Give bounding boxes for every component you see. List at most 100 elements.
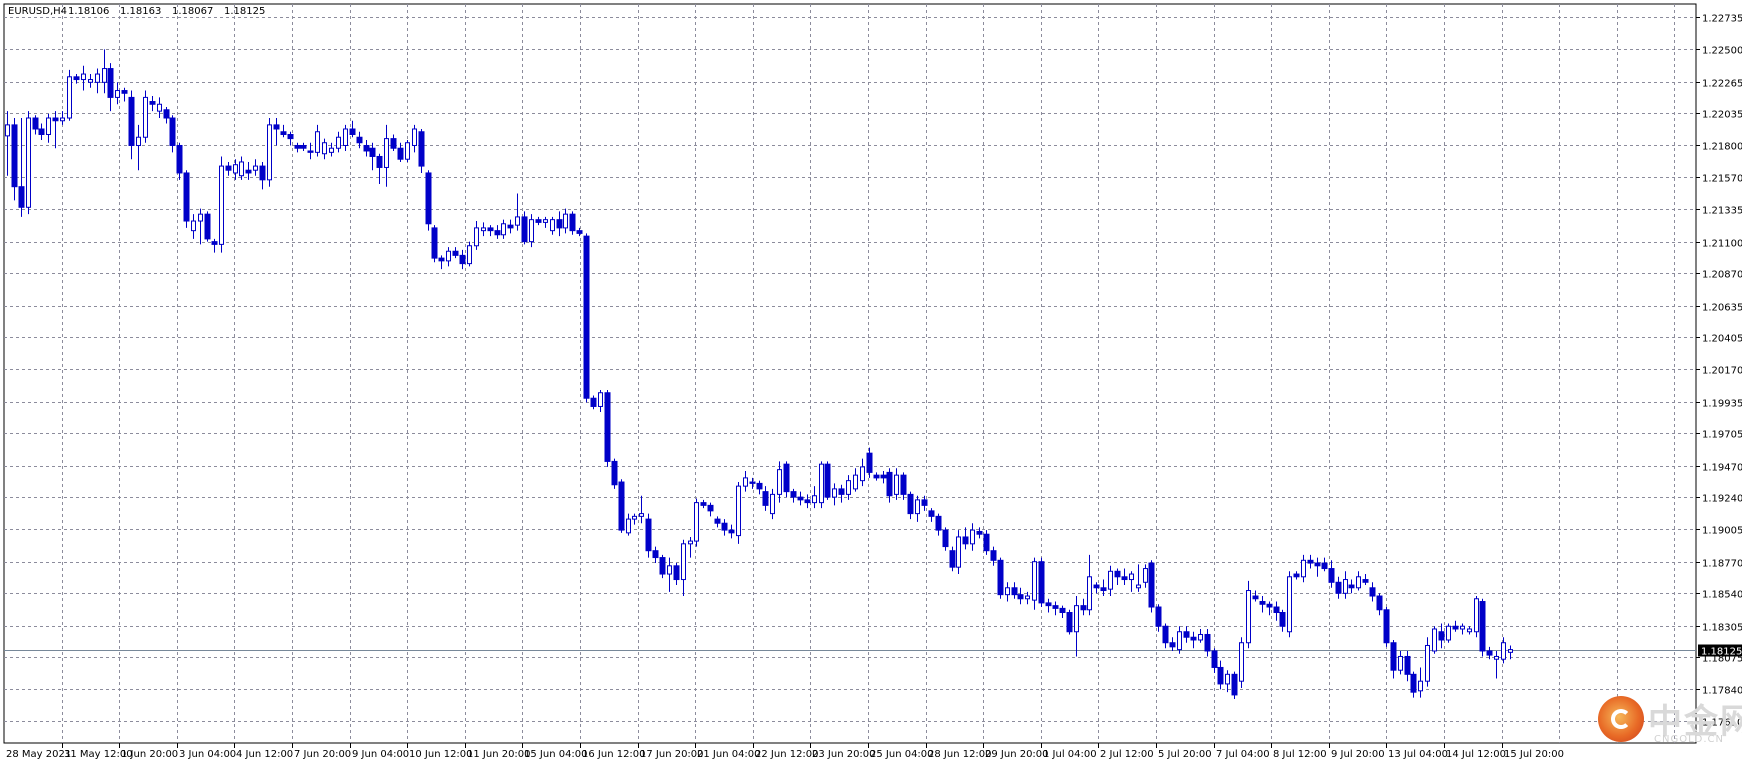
candle-body-bear <box>1486 650 1493 656</box>
candle-body-bear <box>1438 631 1445 641</box>
candle <box>1148 560 1155 613</box>
chart-info-header: EURUSD,H4 1.18106 1.18163 1.18067 1.1812… <box>8 6 265 17</box>
candle-body-bear <box>294 144 301 149</box>
time-tick-label: 15 Jul 20:00 <box>1504 749 1564 760</box>
candle-body-bull <box>136 136 141 146</box>
candle-body-bear <box>52 117 59 122</box>
candle-body-bear <box>1204 633 1211 652</box>
time-tick-label: 17 Jun 20:00 <box>640 749 704 760</box>
watermark-subtitle: CNGOLD.CN <box>1654 734 1724 745</box>
candle <box>694 498 699 547</box>
candle-body-bear <box>900 474 907 495</box>
candle <box>618 479 625 533</box>
candle-body-bear <box>707 504 714 512</box>
candle-body-bear <box>1321 562 1328 570</box>
candle-body-bull <box>1225 673 1230 685</box>
candle <box>267 118 272 187</box>
time-tick-label: 10 Jun 12:00 <box>409 749 473 760</box>
candle-body-bear <box>1335 581 1342 594</box>
high-value: 1.18163 <box>120 6 161 17</box>
candle-body-bear <box>1479 601 1486 652</box>
candle-body-bear <box>1011 587 1018 596</box>
time-tick-label: 11 Jun 20:00 <box>467 749 531 760</box>
candle-body-bull <box>860 466 865 482</box>
candle-body-bear <box>1190 636 1197 641</box>
candle-body-bear <box>590 397 597 407</box>
time-axis[interactable]: 28 May 202131 May 12:001 Jun 20:00 3 Jun … <box>6 743 1564 760</box>
candle-body-bear <box>459 254 466 265</box>
candle-body-bull <box>1239 642 1244 682</box>
price-tick-label: 1.21335 <box>1702 206 1742 217</box>
symbol-label: EURUSD,H4 <box>8 6 67 17</box>
watermark-logo-icon <box>1598 696 1644 742</box>
candle-body-bear <box>1273 606 1280 614</box>
candle-body-bear <box>1231 673 1238 696</box>
chart-window[interactable]: 1.22735 1.22500 1.22265 1.22035 1.21800 1.215… <box>0 0 1742 764</box>
candle <box>736 482 741 544</box>
candle-body-bear <box>576 230 583 234</box>
candle <box>418 128 425 173</box>
candle-body-bear <box>245 169 252 174</box>
current-price-tag: 1.18125 <box>1698 644 1742 658</box>
candle-body-bull <box>550 219 555 232</box>
candle <box>1287 571 1292 638</box>
candle-body-bull <box>1177 631 1182 651</box>
candle-body-bear <box>1376 595 1383 611</box>
candle-body-bull <box>777 469 782 495</box>
candle-body-bear <box>425 172 432 225</box>
candle-body-bull <box>681 543 686 581</box>
candle-body-bear <box>921 499 928 506</box>
candle-body-bear <box>38 128 45 135</box>
candle-body-bear <box>418 131 425 167</box>
candle <box>1038 557 1045 608</box>
candle-body-bull <box>233 164 238 174</box>
time-tick-label: 29 Jun 20:00 <box>985 749 1049 760</box>
candle-body-bear <box>349 128 356 135</box>
price-tick-label: 1.20170 <box>1702 366 1742 377</box>
candle-body-bull <box>412 128 417 146</box>
candle-body-bear <box>1369 587 1376 597</box>
candle <box>1246 580 1251 649</box>
candle-body-bear <box>273 124 280 130</box>
candle-body-bear <box>1059 607 1066 614</box>
time-tick-label: 25 Jun 04:00 <box>870 749 934 760</box>
candle-body-bear <box>1183 631 1190 638</box>
candle-body-bull <box>1087 576 1092 611</box>
candle-body-bear <box>728 529 735 534</box>
candle-body-bull <box>474 227 479 247</box>
candle-body-bull <box>915 499 920 515</box>
time-tick-label: 28 May 2021 <box>6 749 71 760</box>
candle-body-bear <box>838 488 845 495</box>
candle-body-bull <box>632 515 637 520</box>
candle <box>1383 607 1390 647</box>
candle-body-bear <box>438 257 445 262</box>
candle-body-bear <box>866 452 873 473</box>
price-tick-label: 1.22265 <box>1702 79 1742 90</box>
price-axis[interactable]: 1.22735 1.22500 1.22265 1.22035 1.21800 1.215… <box>1696 14 1742 729</box>
candle-body-bear <box>1362 579 1369 583</box>
candle-body-bull <box>1508 649 1513 653</box>
candle-body-bear <box>1121 576 1128 581</box>
candle <box>431 225 438 263</box>
candle-body-bear <box>756 482 763 490</box>
candle-body-bear <box>1038 561 1045 604</box>
price-tick-label: 1.20635 <box>1702 303 1742 314</box>
candle-body-bear <box>390 138 397 149</box>
time-tick-label: 23 Jun 20:00 <box>812 749 876 760</box>
price-tick-label: 1.22500 <box>1702 46 1742 57</box>
candle-body-bear <box>824 463 831 498</box>
candle-body-bull <box>563 213 568 229</box>
candle-body-bear <box>287 133 294 140</box>
candle-body-bear <box>183 172 190 222</box>
candle-body-bear <box>1328 568 1335 583</box>
time-tick-label: 9 Jul 20:00 <box>1331 749 1385 760</box>
price-tick-label: 1.20870 <box>1702 270 1742 281</box>
candle-body-bear <box>211 241 218 245</box>
price-chart[interactable]: 1.22735 1.22500 1.22265 1.22035 1.21800 1.215… <box>0 0 1742 764</box>
candle <box>67 69 72 121</box>
price-tick-label: 1.19240 <box>1702 494 1742 505</box>
candle-body-bear <box>990 550 997 561</box>
candle-body-bull <box>1287 576 1292 633</box>
candle <box>583 233 590 403</box>
candle-body-bull <box>329 147 334 153</box>
